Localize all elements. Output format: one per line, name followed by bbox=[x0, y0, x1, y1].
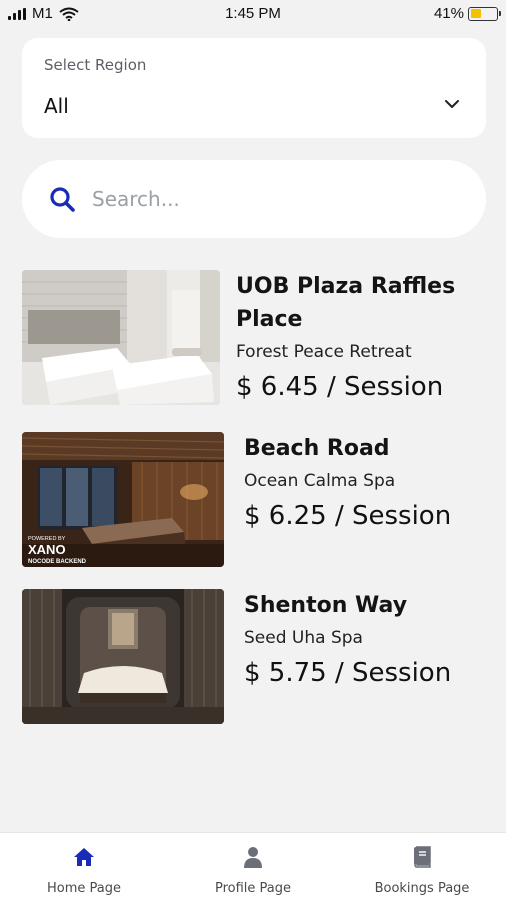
listing-price: $ 6.45 / Session bbox=[236, 372, 444, 402]
battery-percent: 41% bbox=[433, 5, 464, 22]
chevron-down-icon[interactable] bbox=[442, 94, 462, 114]
listing-location-line: Place bbox=[236, 307, 303, 332]
battery-icon bbox=[468, 6, 501, 21]
nav-bookings[interactable]: Bookings Page bbox=[338, 833, 506, 900]
region-select[interactable]: Select Region All bbox=[22, 38, 486, 138]
listing-price: $ 5.75 / Session bbox=[244, 658, 452, 688]
listing-card[interactable]: POWERED BY XANO NOCODE BACKEND Beach Roa… bbox=[22, 432, 486, 568]
spa-room-image: POWERED BY XANO NOCODE BACKEND bbox=[22, 432, 224, 567]
listing-image[interactable] bbox=[22, 589, 224, 724]
book-icon[interactable] bbox=[410, 845, 434, 869]
home-icon[interactable] bbox=[72, 845, 96, 869]
nav-home[interactable]: Home Page bbox=[0, 833, 168, 900]
nav-profile[interactable]: Profile Page bbox=[169, 833, 337, 900]
listing-location: UOB Plaza Raffles Place bbox=[236, 270, 455, 336]
region-select-label: Select Region bbox=[44, 56, 147, 74]
nav-home-label[interactable]: Home Page bbox=[0, 881, 168, 896]
nav-bookings-label[interactable]: Bookings Page bbox=[338, 881, 506, 896]
status-right: 41% bbox=[433, 5, 501, 22]
listing-location-line: UOB Plaza Raffles bbox=[236, 274, 456, 299]
watermark-tagline: NOCODE BACKEND bbox=[28, 559, 87, 565]
watermark-brand: XANO bbox=[28, 542, 66, 557]
listing-location: Beach Road bbox=[244, 436, 390, 461]
search-bar[interactable] bbox=[22, 160, 486, 238]
listing-image[interactable]: POWERED BY XANO NOCODE BACKEND bbox=[22, 432, 224, 567]
region-select-value[interactable]: All bbox=[44, 94, 69, 118]
status-time: 1:45 PM bbox=[225, 5, 281, 22]
listing-card[interactable]: Shenton Way Seed Uha Spa $ 5.75 / Sessio… bbox=[22, 589, 486, 725]
spa-room-image bbox=[22, 589, 224, 724]
listing-info: UOB Plaza Raffles Place Forest Peace Ret… bbox=[236, 270, 455, 406]
nav-profile-label[interactable]: Profile Page bbox=[169, 881, 337, 896]
listing-card[interactable]: UOB Plaza Raffles Place Forest Peace Ret… bbox=[22, 270, 486, 406]
listing-spa-name: Forest Peace Retreat bbox=[236, 342, 412, 362]
search-icon[interactable] bbox=[48, 185, 76, 213]
bottom-nav: Home Page Profile Page Bookings Page bbox=[0, 832, 506, 900]
search-input[interactable] bbox=[92, 180, 452, 218]
listing-info: Beach Road Ocean Calma Spa $ 6.25 / Sess… bbox=[244, 432, 451, 535]
listing-info: Shenton Way Seed Uha Spa $ 5.75 / Sessio… bbox=[244, 589, 451, 692]
status-bar: M1 1:45 PM 41% bbox=[0, 0, 506, 30]
listing-location: Shenton Way bbox=[244, 593, 408, 618]
listing-price: $ 6.25 / Session bbox=[244, 501, 452, 531]
listing-spa-name: Seed Uha Spa bbox=[244, 628, 363, 648]
person-icon[interactable] bbox=[241, 845, 265, 869]
listing-image[interactable] bbox=[22, 270, 220, 405]
battery-level bbox=[470, 9, 481, 18]
spa-room-image bbox=[22, 270, 220, 405]
listing-spa-name: Ocean Calma Spa bbox=[244, 471, 396, 491]
